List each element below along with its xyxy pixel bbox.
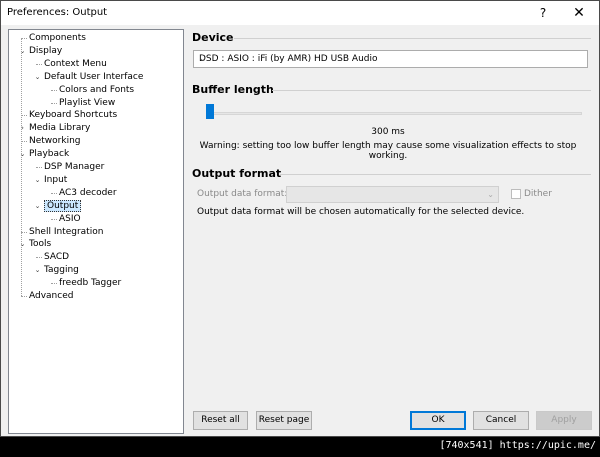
tree-connector [51,102,57,104]
buffer-separator [272,90,591,91]
tree-item-colors-fonts[interactable]: Colors and Fonts [59,84,134,96]
chevron-down-icon[interactable]: ⌄ [18,45,27,57]
close-icon[interactable]: ✕ [562,1,596,25]
tree-item-tools[interactable]: Tools [29,238,51,250]
buffer-length-slider-track[interactable] [206,112,582,115]
chevron-down-icon: ⌄ [199,54,207,64]
chevron-down-icon[interactable]: ⌄ [33,174,42,186]
output-format-heading: Output format [192,167,282,180]
chevron-right-icon[interactable]: › [18,122,27,134]
tree-item-sacd[interactable]: SACD [44,251,69,263]
chevron-down-icon: ⌄ [487,190,494,199]
tree-item-default-ui[interactable]: Default User Interface [44,71,143,83]
device-dropdown[interactable]: DSD : ASIO : iFi (by AMR) HD USB Audio ⌄ [193,50,588,68]
chevron-down-icon[interactable]: ⌄ [33,264,42,276]
reset-page-button[interactable]: Reset page [256,411,312,430]
buffer-warning: Warning: setting too low buffer length m… [199,141,577,161]
tree-connector [36,63,42,65]
tree-connector [51,89,57,91]
dither-checkbox[interactable] [511,189,521,199]
tree-item-output[interactable]: Output [44,199,82,212]
dither-label: Dither [524,189,552,199]
tree-item-asio[interactable]: ASIO [59,213,81,225]
tree-connector [36,257,42,259]
tree-item-media-library[interactable]: Media Library [29,122,90,134]
window-title: Preferences: Output [7,7,108,18]
cancel-button[interactable]: Cancel [473,411,529,430]
tree-item-advanced[interactable]: Advanced [29,290,73,302]
preferences-tree[interactable]: Components ⌄ Display Context Menu ⌄ Default U… [8,29,184,434]
tree-item-display[interactable]: Display [29,45,62,57]
ok-button[interactable]: OK [410,411,466,430]
title-bar: Preferences: Output ? ✕ [1,1,599,25]
chevron-down-icon[interactable]: ⌄ [18,238,27,250]
tree-guide-line [21,38,22,296]
buffer-length-slider-thumb[interactable] [206,104,214,119]
tree-item-ac3-decoder[interactable]: AC3 decoder [59,187,117,199]
tree-item-keyboard-shortcuts[interactable]: Keyboard Shortcuts [29,109,117,121]
device-heading: Device [192,31,234,44]
chevron-down-icon[interactable]: ⌄ [18,148,27,160]
reset-all-button[interactable]: Reset all [193,411,248,430]
chevron-down-icon[interactable]: ⌄ [33,200,42,212]
buffer-length-value: 300 ms [371,127,405,137]
output-settings-panel: Device DSD : ASIO : iFi (by AMR) HD USB … [188,29,597,434]
tree-connector [51,283,57,285]
tree-item-tagging[interactable]: Tagging [44,264,79,276]
tree-item-components[interactable]: Components [29,32,86,44]
apply-button[interactable]: Apply [536,411,592,430]
output-data-format-label: Output data format: [197,189,288,199]
tree-connector [51,218,57,220]
tree-connector [21,296,27,297]
tree-item-dsp-manager[interactable]: DSP Manager [44,161,104,173]
output-data-format-dropdown[interactable]: ⌄ [286,186,499,203]
help-button[interactable]: ? [526,1,560,25]
tree-item-playback[interactable]: Playback [29,148,69,160]
preferences-window: Preferences: Output ? ✕ Components ⌄ Displ… [0,0,600,437]
output-format-info: Output data format will be chosen automa… [197,207,525,217]
tree-item-input[interactable]: Input [44,174,67,186]
chevron-down-icon[interactable]: ⌄ [33,71,42,83]
tree-item-freedb-tagger[interactable]: freedb Tagger [59,277,121,289]
device-separator [234,38,591,39]
tree-connector [36,167,42,168]
output-format-separator [280,174,591,175]
tree-connector [51,192,57,194]
tree-item-shell-integration[interactable]: Shell Integration [29,226,103,238]
tree-item-networking[interactable]: Networking [29,135,81,147]
buffer-length-heading: Buffer length [192,83,274,96]
tree-item-context-menu[interactable]: Context Menu [44,58,107,70]
tree-item-playlist-view[interactable]: Playlist View [59,97,115,109]
watermark-text: [740x541] https://upic.me/ [439,440,596,451]
